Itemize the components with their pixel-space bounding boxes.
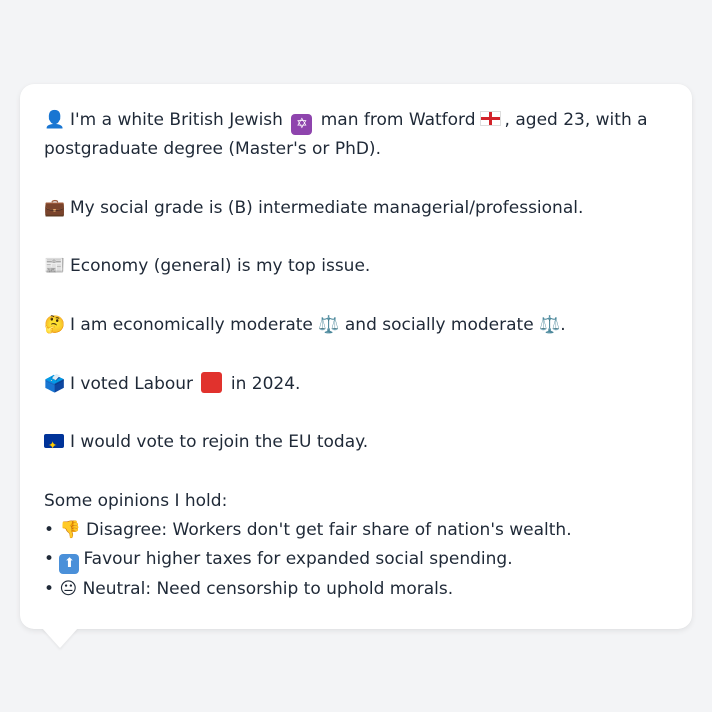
top-issue-line: 📰 Economy (general) is my top issue. <box>44 252 668 281</box>
stance-text-b: and socially moderate <box>344 315 534 336</box>
opinion-item: • ⬆ Favour higher taxes for expanded soci… <box>44 545 668 575</box>
social-grade-line: 💼 My social grade is (B) intermediate man… <box>44 194 668 223</box>
star-of-david-icon: ✡ <box>291 114 313 135</box>
arrow-up-icon: ⬆ <box>59 554 80 575</box>
scales-icon: ⚖️ <box>318 315 340 336</box>
identity-text-a: I'm a white British Jewish <box>70 110 283 130</box>
bubble-tail <box>42 628 78 648</box>
scales-icon: ⚖️ <box>539 315 561 336</box>
opinion-item: • 👎 Disagree: Workers don't get fair sha… <box>44 516 668 545</box>
bullet: • <box>44 549 55 570</box>
vote-text-a: I voted Labour <box>70 373 194 394</box>
briefcase-icon: 💼 <box>44 197 66 218</box>
england-flag-icon <box>479 111 501 126</box>
stance-text-a: I am economically moderate <box>70 315 313 336</box>
thinking-face-icon: 🤔 <box>44 315 66 336</box>
identity-line: 👤 I'm a white British Jewish ✡ man from W… <box>44 106 668 135</box>
eu-text: I would vote to rejoin the EU today. <box>70 432 369 453</box>
chat-message-bubble: 👤 I'm a white British Jewish ✡ man from W… <box>20 84 692 629</box>
opinion-text: Disagree: Workers don't get fair share o… <box>86 520 572 541</box>
identity-text-b: man from Watford <box>320 110 476 130</box>
thumbs-down-icon: 👎 <box>59 520 81 541</box>
eu-line: I would vote to rejoin the EU today. <box>44 428 668 461</box>
opinion-item: • 😐 Neutral: Need censorship to uphold m… <box>44 575 668 604</box>
vote-line: 🗳️ I voted Labour in 2024. <box>44 370 668 399</box>
stance-line: 🤔 I am economically moderate ⚖️ and socia… <box>44 311 668 340</box>
identity-text-c: , aged 23, with a <box>504 110 648 130</box>
labour-red-square-icon <box>201 371 223 393</box>
social-grade-text: My social grade is (B) intermediate mana… <box>70 197 584 218</box>
opinion-text: Favour higher taxes for expanded social … <box>83 549 513 570</box>
newspaper-icon: 📰 <box>44 256 66 277</box>
opinions-heading: Some opinions I hold: <box>44 490 228 511</box>
eu-flag-icon <box>44 431 64 461</box>
bullet: • <box>44 578 55 599</box>
vote-text-b: in 2024. <box>230 373 301 394</box>
education-line: postgraduate degree (Master's or PhD). <box>44 139 381 160</box>
stance-text-c: . <box>560 315 566 336</box>
bullet: • <box>44 520 55 541</box>
opinion-text: Neutral: Need censorship to uphold moral… <box>82 578 454 599</box>
person-icon: 👤 <box>44 110 66 130</box>
top-issue-text: Economy (general) is my top issue. <box>70 256 371 277</box>
neutral-face-icon: 😐 <box>59 578 78 599</box>
ballot-box-icon: 🗳️ <box>44 373 66 394</box>
